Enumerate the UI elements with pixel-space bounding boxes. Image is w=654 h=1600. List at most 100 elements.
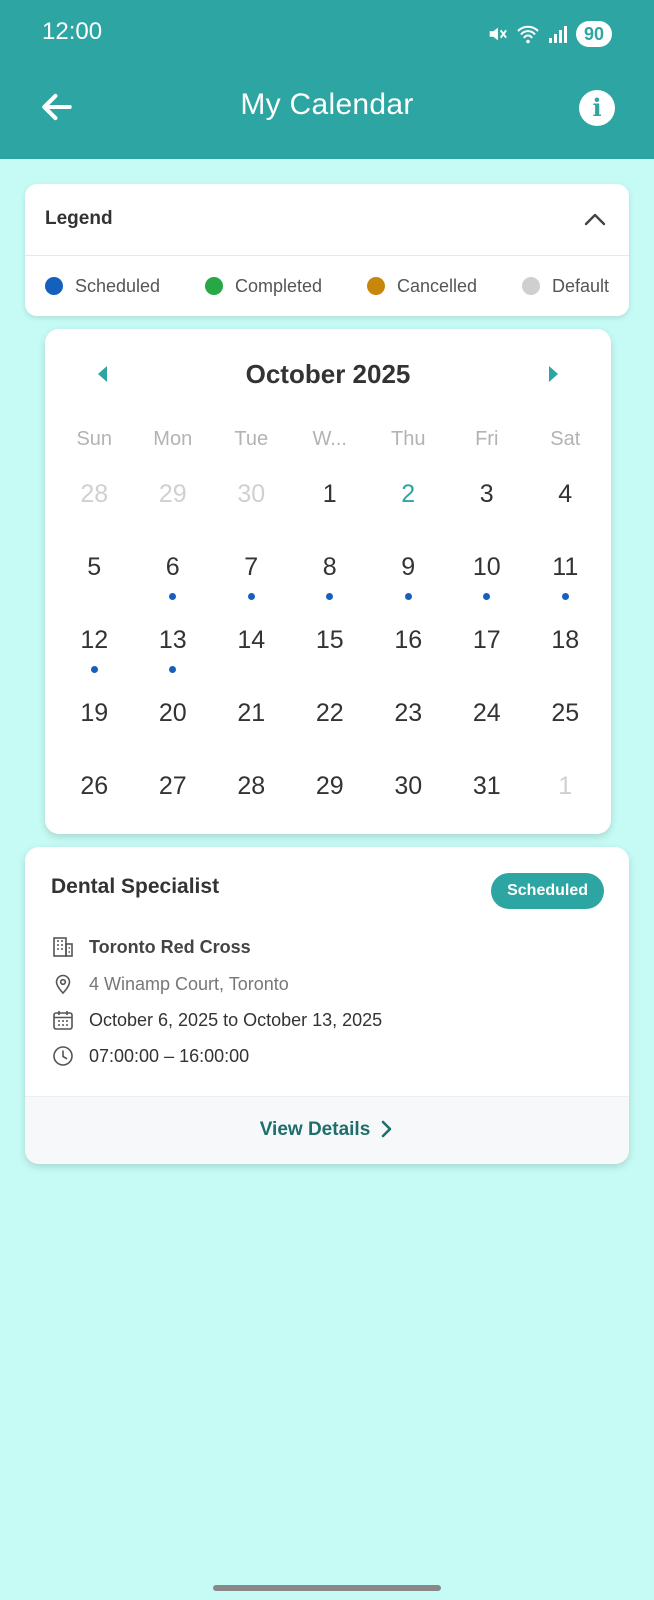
next-month-icon[interactable]: [547, 364, 561, 384]
calendar-day[interactable]: 2: [369, 465, 448, 538]
calendar-day[interactable]: 27: [134, 757, 213, 830]
calendar-day[interactable]: 18: [526, 611, 605, 684]
calendar-week-row: 12 13 14 15 16 17 18: [55, 611, 611, 684]
calendar-day[interactable]: 4: [526, 465, 605, 538]
calendar-day[interactable]: 16: [369, 611, 448, 684]
event-time: 07:00:00 – 16:00:00: [89, 1045, 250, 1066]
weekday-label: W...: [312, 427, 347, 450]
status-icons: 90: [486, 20, 612, 48]
calendar-day[interactable]: 31: [448, 757, 527, 830]
calendar-day-number: 31: [472, 772, 501, 800]
calendar-day-number: 1: [558, 772, 573, 800]
calendar-icon: [53, 1011, 73, 1030]
calendar-day[interactable]: 8: [291, 538, 370, 611]
legend-label: Completed: [235, 275, 323, 296]
weekday-label: Sat: [550, 427, 581, 450]
event-marker-dot: [326, 593, 334, 600]
calendar-day[interactable]: 30: [212, 465, 291, 538]
home-indicator[interactable]: [213, 1585, 441, 1591]
calendar-day[interactable]: 3: [448, 465, 527, 538]
calendar-day[interactable]: 1: [291, 465, 370, 538]
calendar-day-number: 19: [80, 699, 109, 727]
calendar-day[interactable]: 30: [369, 757, 448, 830]
event-title: Dental Specialist: [51, 875, 220, 898]
event-card: Dental Specialist Scheduled Toronto Red …: [25, 847, 629, 1164]
calendar-week-row: 28 29 30 1 2 3 4: [55, 465, 611, 538]
calendar-day-number: 3: [479, 480, 494, 508]
legend-label: Cancelled: [396, 275, 478, 296]
calendar-day-number: 29: [158, 480, 187, 508]
calendar-day[interactable]: 19: [55, 684, 134, 757]
calendar-day-number: 5: [87, 553, 102, 581]
calendar-day[interactable]: 17: [448, 611, 527, 684]
weekday-label: Sun: [76, 427, 113, 450]
calendar-day-number: 15: [315, 626, 344, 654]
calendar-day-number: 11: [552, 553, 579, 581]
calendar-day[interactable]: 28: [55, 465, 134, 538]
view-details-label: View Details: [259, 1119, 371, 1140]
info-icon[interactable]: i: [579, 90, 615, 126]
calendar-week-row: 26 27 28 29 30 31 1: [55, 757, 611, 830]
calendar-day[interactable]: 29: [291, 757, 370, 830]
view-details-button[interactable]: View Details: [25, 1119, 629, 1141]
chevron-up-icon[interactable]: [583, 208, 607, 232]
calendar-day[interactable]: 7: [212, 538, 291, 611]
legend-items: Scheduled Completed Cancelled Default: [25, 256, 629, 316]
calendar-day[interactable]: 13: [134, 611, 213, 684]
calendar-day-number: 30: [237, 480, 266, 508]
signal-icon: [548, 26, 567, 43]
event-marker-dot: [247, 593, 255, 600]
page-title: My Calendar: [240, 88, 414, 121]
wifi-icon: [517, 25, 539, 44]
calendar-day[interactable]: 26: [55, 757, 134, 830]
weekday-label: Fri: [475, 427, 499, 450]
event-marker-dot: [404, 593, 412, 600]
event-dates-row: October 6, 2025 to October 13, 2025: [51, 1008, 382, 1032]
calendar-day[interactable]: 15: [291, 611, 370, 684]
calendar-day[interactable]: 5: [55, 538, 134, 611]
calendar-day[interactable]: 11: [526, 538, 605, 611]
calendar-day[interactable]: 25: [526, 684, 605, 757]
chevron-right-icon: [381, 1120, 392, 1138]
calendar-day[interactable]: 6: [134, 538, 213, 611]
calendar-day-number: 17: [472, 626, 501, 654]
calendar-day-number: 16: [394, 626, 423, 654]
calendar-day-number: 23: [394, 699, 423, 727]
calendar-day-number: 6: [165, 553, 180, 581]
event-address-row: 4 Winamp Court, Toronto: [51, 972, 289, 996]
calendar-day-number: 13: [158, 626, 187, 654]
calendar-day[interactable]: 20: [134, 684, 213, 757]
calendar-day[interactable]: 1: [526, 757, 605, 830]
event-address: 4 Winamp Court, Toronto: [89, 973, 289, 994]
calendar-day[interactable]: 22: [291, 684, 370, 757]
status-time: 12:00: [42, 18, 103, 45]
building-icon: [53, 937, 73, 957]
calendar-day[interactable]: 21: [212, 684, 291, 757]
event-marker-dot: [561, 593, 569, 600]
legend-item-default: Default: [521, 275, 609, 297]
event-location-row: Toronto Red Cross: [51, 935, 251, 959]
legend-dot: [366, 277, 385, 295]
event-time-row: 07:00:00 – 16:00:00: [51, 1044, 249, 1068]
calendar-day-number: 26: [80, 772, 109, 800]
calendar-day-number: 7: [244, 553, 259, 581]
calendar-day[interactable]: 24: [448, 684, 527, 757]
calendar-day[interactable]: 10: [448, 538, 527, 611]
status-badge: Scheduled: [491, 873, 604, 909]
calendar-week-row: 5 6 7 8 9 10 11: [55, 538, 611, 611]
legend-label: Scheduled: [75, 275, 161, 296]
calendar-day[interactable]: 28: [212, 757, 291, 830]
calendar-day[interactable]: 29: [134, 465, 213, 538]
calendar-day-number: 1: [322, 480, 337, 508]
calendar-day[interactable]: 9: [369, 538, 448, 611]
app-header: 12:00 90 My Calendar i: [0, 0, 654, 159]
weekday-label: Mon: [153, 427, 193, 450]
location-pin-icon: [55, 974, 71, 995]
legend-label: Default: [551, 275, 609, 296]
calendar-day-number: 28: [80, 480, 109, 508]
calendar-day[interactable]: 12: [55, 611, 134, 684]
calendar-day[interactable]: 23: [369, 684, 448, 757]
legend-header[interactable]: Legend: [25, 184, 629, 256]
calendar-day[interactable]: 14: [212, 611, 291, 684]
calendar-week-row: 19 20 21 22 23 24 25: [55, 684, 611, 757]
